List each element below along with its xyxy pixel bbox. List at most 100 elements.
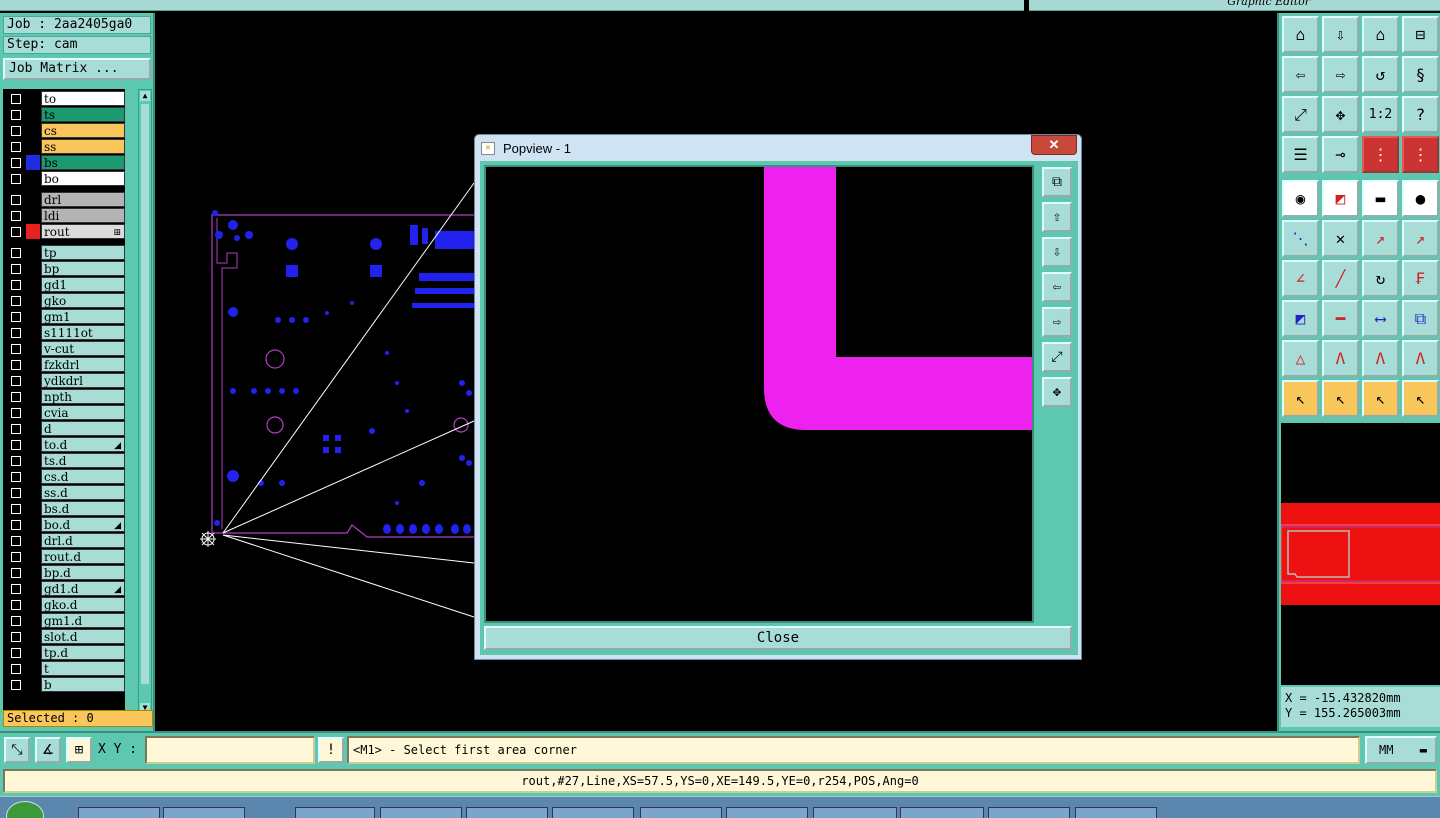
line-endpoint-icon[interactable]: ↗ bbox=[1362, 220, 1399, 257]
layer-color-mark[interactable] bbox=[26, 469, 40, 484]
taskbar-item[interactable] bbox=[78, 807, 160, 818]
taskbar-item[interactable] bbox=[726, 807, 808, 818]
layer-name[interactable]: drl bbox=[41, 192, 125, 207]
popview-canvas[interactable] bbox=[484, 165, 1034, 623]
arc-alt-icon[interactable]: Λ bbox=[1362, 340, 1399, 377]
taskbar-item[interactable] bbox=[552, 807, 634, 818]
layer-color-mark[interactable] bbox=[26, 91, 40, 106]
layer-name[interactable]: tp.d bbox=[41, 645, 125, 660]
layer-color-mark[interactable] bbox=[26, 155, 40, 170]
layer-color-mark[interactable] bbox=[26, 597, 40, 612]
overview-map[interactable] bbox=[1280, 423, 1440, 685]
layer-checkbox[interactable] bbox=[5, 139, 25, 154]
layer-checkbox[interactable] bbox=[5, 171, 25, 186]
layer-row[interactable]: bo.d ◢ bbox=[5, 517, 125, 532]
undo-zoom-icon[interactable]: ↺ bbox=[1362, 56, 1399, 93]
exclaim-button[interactable]: ! bbox=[318, 737, 344, 763]
layer-name[interactable]: v-cut bbox=[41, 341, 125, 356]
layer-color-mark[interactable] bbox=[26, 171, 40, 186]
layer-checkbox[interactable] bbox=[5, 192, 25, 207]
angle-icon[interactable]: ∠ bbox=[1282, 260, 1319, 297]
layer-checkbox[interactable] bbox=[5, 421, 25, 436]
layer-name[interactable]: bp.d bbox=[41, 565, 125, 580]
layer-name[interactable]: drl.d bbox=[41, 533, 125, 548]
layer-color-mark[interactable] bbox=[26, 405, 40, 420]
zoom-out-icon[interactable]: ✥ bbox=[1322, 96, 1359, 133]
window-close-button[interactable]: ✕ bbox=[1031, 135, 1077, 155]
home-icon[interactable]: ⌂ bbox=[1362, 16, 1399, 53]
popview-window[interactable]: ✕ Popview - 1 ✕ ⧉ ⇧ ⇩ ⇦ ⇨ ⤢ ✥ Close bbox=[474, 134, 1082, 660]
popview-close-button[interactable]: Close bbox=[484, 626, 1072, 650]
route-net-alt-icon[interactable]: ⋮ bbox=[1402, 136, 1439, 173]
line-endpoint-alt-icon[interactable]: ↗ bbox=[1402, 220, 1439, 257]
layer-row[interactable]: gko.d bbox=[5, 597, 125, 612]
layer-name[interactable]: gd1 bbox=[41, 277, 125, 292]
layer-name[interactable]: t bbox=[41, 661, 125, 676]
angle-snap-icon[interactable]: ∡ bbox=[35, 737, 61, 763]
layer-row[interactable]: tp bbox=[5, 245, 125, 260]
diagonal-line-icon[interactable]: ╱ bbox=[1322, 260, 1359, 297]
zoom-box-icon[interactable]: ⤡ bbox=[4, 737, 30, 763]
layer-checkbox[interactable] bbox=[5, 373, 25, 388]
layer-name[interactable]: gko.d bbox=[41, 597, 125, 612]
layer-row[interactable]: gm1.d bbox=[5, 613, 125, 628]
scroll-thumb[interactable] bbox=[141, 104, 149, 684]
layer-row[interactable]: ss bbox=[5, 139, 125, 154]
cross-icon[interactable]: ✕ bbox=[1322, 220, 1359, 257]
layer-name[interactable]: tp bbox=[41, 245, 125, 260]
layer-name[interactable]: to.d ◢ bbox=[41, 437, 125, 452]
copy-icon[interactable]: ⧉ bbox=[1402, 300, 1439, 337]
layer-name[interactable]: gko bbox=[41, 293, 125, 308]
layer-name[interactable]: bs.d bbox=[41, 501, 125, 516]
layer-color-mark[interactable] bbox=[26, 645, 40, 660]
layer-checkbox[interactable] bbox=[5, 661, 25, 676]
layer-checkbox[interactable] bbox=[5, 357, 25, 372]
pan-left-tool-icon[interactable]: ⇦ bbox=[1282, 56, 1319, 93]
layer-row[interactable]: ydkdrl bbox=[5, 373, 125, 388]
layer-row[interactable]: drl bbox=[5, 192, 125, 207]
layer-row[interactable]: slot.d bbox=[5, 629, 125, 644]
layer-color-mark[interactable] bbox=[26, 341, 40, 356]
layer-color-mark[interactable] bbox=[26, 123, 40, 138]
layer-row[interactable]: ldi bbox=[5, 208, 125, 223]
layer-checkbox[interactable] bbox=[5, 91, 25, 106]
job-matrix-button[interactable]: Job Matrix ... bbox=[3, 58, 151, 80]
layer-row[interactable]: cs.d bbox=[5, 469, 125, 484]
layer-checkbox[interactable] bbox=[5, 501, 25, 516]
layer-color-mark[interactable] bbox=[26, 389, 40, 404]
layer-color-mark[interactable] bbox=[26, 293, 40, 308]
layer-row[interactable]: v-cut bbox=[5, 341, 125, 356]
taskbar-item[interactable] bbox=[900, 807, 984, 818]
layer-checkbox[interactable] bbox=[5, 293, 25, 308]
layer-row[interactable]: s1111ot bbox=[5, 325, 125, 340]
layer-name[interactable]: ts.d bbox=[41, 453, 125, 468]
grid-snap-icon[interactable]: ⊞ bbox=[66, 737, 92, 763]
layer-name[interactable]: b bbox=[41, 677, 125, 692]
layer-checkbox[interactable] bbox=[5, 123, 25, 138]
taskbar-item[interactable] bbox=[1075, 807, 1157, 818]
layer-row[interactable]: bp.d bbox=[5, 565, 125, 580]
layer-checkbox[interactable] bbox=[5, 341, 25, 356]
layer-row[interactable]: rout ⊞ bbox=[5, 224, 125, 239]
rotate-icon[interactable]: ↻ bbox=[1362, 260, 1399, 297]
layer-color-mark[interactable] bbox=[26, 677, 40, 692]
layer-row[interactable]: gd1.d ◢ bbox=[5, 581, 125, 596]
taskbar-item[interactable] bbox=[466, 807, 548, 818]
layer-name[interactable]: cs.d bbox=[41, 469, 125, 484]
layer-name[interactable]: cvia bbox=[41, 405, 125, 420]
layer-color-mark[interactable] bbox=[26, 325, 40, 340]
layer-row[interactable]: bs.d bbox=[5, 501, 125, 516]
layer-checkbox[interactable] bbox=[5, 107, 25, 122]
unit-select[interactable]: MM ▬ bbox=[1365, 736, 1437, 764]
start-orb-icon[interactable] bbox=[6, 801, 44, 818]
layer-row[interactable]: b bbox=[5, 677, 125, 692]
layer-checkbox[interactable] bbox=[5, 597, 25, 612]
layer-name[interactable]: ss.d bbox=[41, 485, 125, 500]
layer-name[interactable]: slot.d bbox=[41, 629, 125, 644]
layer-checkbox[interactable] bbox=[5, 565, 25, 580]
layer-checkbox[interactable] bbox=[5, 469, 25, 484]
layer-color-mark[interactable] bbox=[26, 581, 40, 596]
snap-icon[interactable]: ◩ bbox=[1322, 180, 1359, 217]
layer-name[interactable]: bo bbox=[41, 171, 125, 186]
layer-name[interactable]: d bbox=[41, 421, 125, 436]
